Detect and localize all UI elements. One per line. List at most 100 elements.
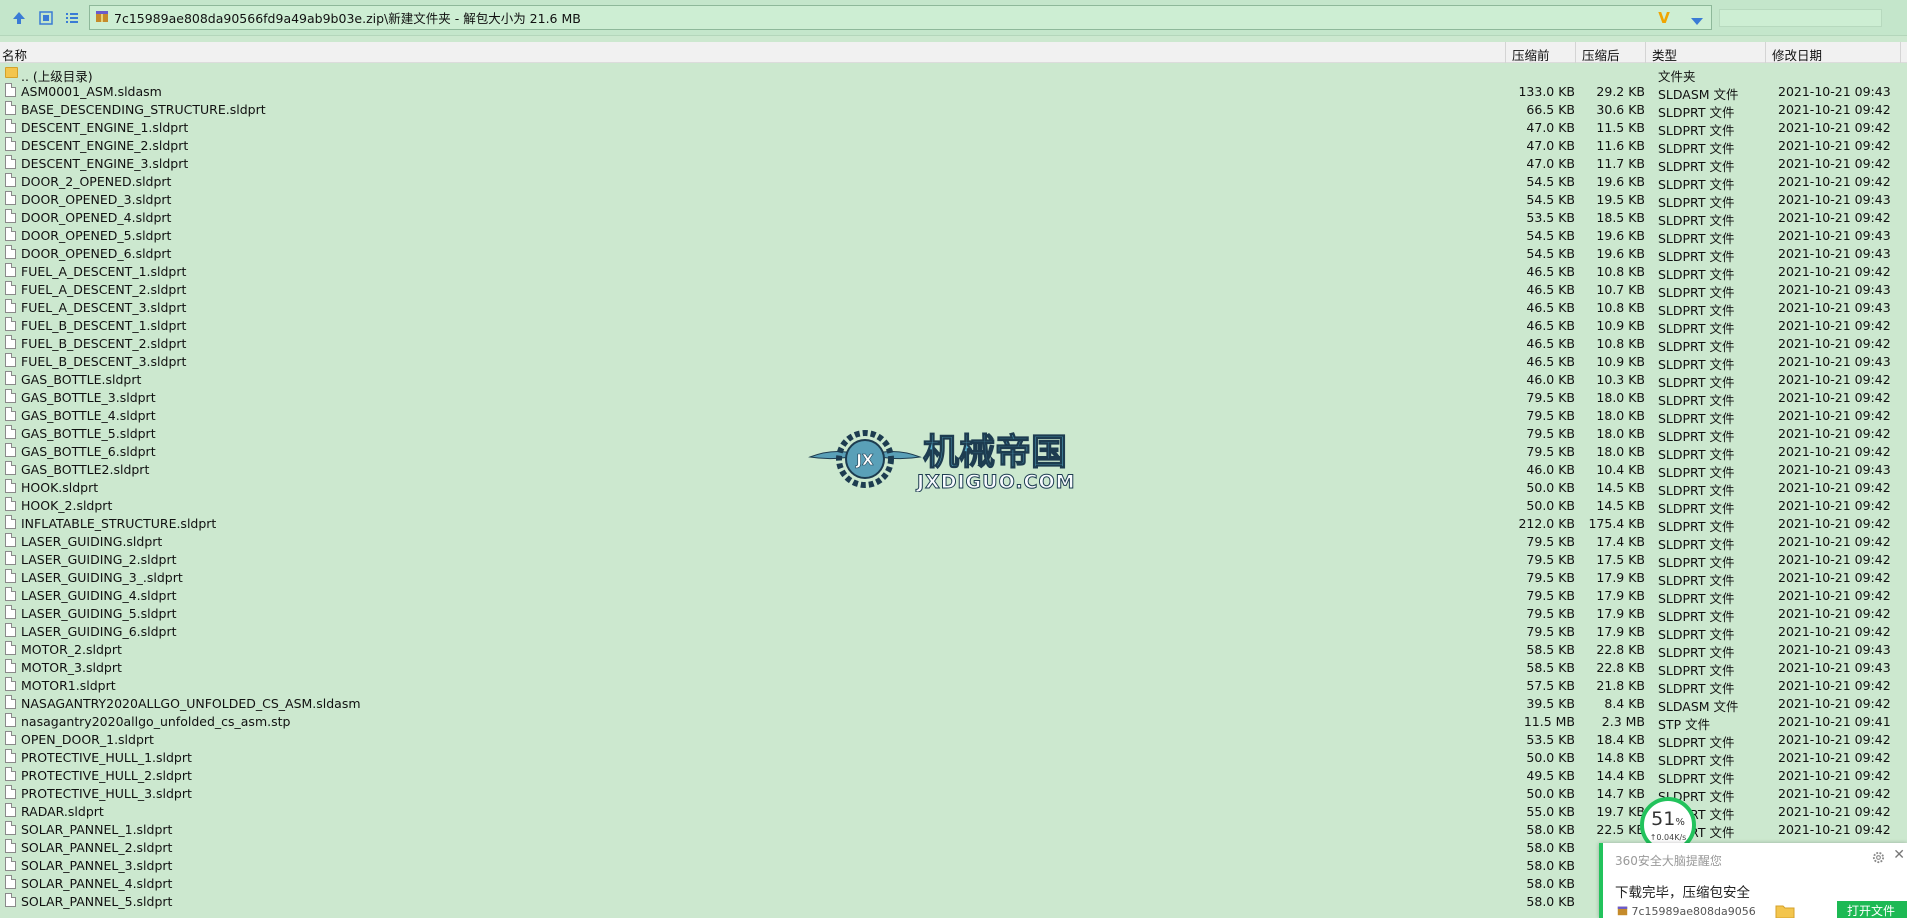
size-after: 10.8 KB	[1596, 264, 1645, 279]
column-before[interactable]: 压缩前	[1512, 45, 1550, 64]
column-divider[interactable]	[1645, 42, 1646, 63]
list-view-icon[interactable]	[62, 8, 82, 28]
size-after: 19.6 KB	[1596, 246, 1645, 261]
file-name: OPEN_DOOR_1.sldprt	[21, 732, 154, 747]
size-before: 79.5 KB	[1526, 534, 1575, 549]
table-row[interactable]: FUEL_A_DESCENT_3.sldprt 46.5 KB 10.8 KB SLD…	[0, 298, 1907, 318]
modified-date: 2021-10-21 09:42	[1778, 732, 1891, 747]
modified-date: 2021-10-21 09:42	[1778, 408, 1891, 423]
size-after: 18.4 KB	[1596, 732, 1645, 747]
file-name: HOOK_2.sldprt	[21, 498, 113, 513]
table-row[interactable]: DOOR_OPENED_4.sldprt 53.5 KB 18.5 KB SLDPRT…	[0, 208, 1907, 228]
file-icon	[5, 443, 17, 458]
file-name: DOOR_OPENED_4.sldprt	[21, 210, 172, 225]
table-row[interactable]: FUEL_B_DESCENT_2.sldprt 46.5 KB 10.8 KB SLD…	[0, 334, 1907, 354]
modified-date: 2021-10-21 09:42	[1778, 606, 1891, 621]
table-row[interactable]: PROTECTIVE_HULL_3.sldprt 50.0 KB 14.7 KB SL…	[0, 784, 1907, 804]
open-folder-icon[interactable]	[1775, 903, 1795, 918]
open-file-button[interactable]: 打开文件	[1837, 901, 1907, 918]
thumbnail-view-icon[interactable]	[36, 8, 56, 28]
file-icon	[5, 587, 17, 602]
table-row[interactable]: LASER_GUIDING_3_.sldprt 79.5 KB 17.9 KB SLD…	[0, 568, 1907, 588]
column-type[interactable]: 类型	[1652, 45, 1677, 64]
search-input[interactable]	[1719, 9, 1882, 27]
table-row[interactable]: DOOR_2_OPENED.sldprt 54.5 KB 19.6 KB SLDPRT…	[0, 172, 1907, 192]
file-name: FUEL_A_DESCENT_3.sldprt	[21, 300, 187, 315]
table-row[interactable]: PROTECTIVE_HULL_1.sldprt 50.0 KB 14.8 KB SL…	[0, 748, 1907, 768]
size-before: 79.5 KB	[1526, 588, 1575, 603]
file-name: INFLATABLE_STRUCTURE.sldprt	[21, 516, 217, 531]
table-row[interactable]: PROTECTIVE_HULL_2.sldprt 49.5 KB 14.4 KB SL…	[0, 766, 1907, 786]
modified-date: 2021-10-21 09:43	[1778, 462, 1891, 477]
table-row[interactable]: MOTOR1.sldprt 57.5 KB 21.8 KB SLDPRT 文件 2021…	[0, 676, 1907, 696]
gear-icon[interactable]	[1872, 851, 1885, 867]
table-row[interactable]: nasagantry2020allgo_unfolded_cs_asm.stp 1…	[0, 712, 1907, 732]
table-row[interactable]: MOTOR_2.sldprt 58.5 KB 22.8 KB SLDPRT 文件 202…	[0, 640, 1907, 660]
close-icon[interactable]: ✕	[1893, 848, 1905, 862]
column-name[interactable]: 名称	[2, 45, 27, 64]
file-name: DOOR_OPENED_5.sldprt	[21, 228, 172, 243]
size-after: 17.5 KB	[1596, 552, 1645, 567]
table-row[interactable]: MOTOR_3.sldprt 58.5 KB 22.8 KB SLDPRT 文件 202…	[0, 658, 1907, 678]
table-row[interactable]: OPEN_DOOR_1.sldprt 53.5 KB 18.4 KB SLDPRT 文…	[0, 730, 1907, 750]
table-row[interactable]: ASM0001_ASM.sldasm 133.0 KB 29.2 KB SLDASM …	[0, 82, 1907, 102]
table-row[interactable]: RADAR.sldprt 55.0 KB 19.7 KB SLDPRT 文件 2021-…	[0, 802, 1907, 822]
modified-date: 2021-10-21 09:42	[1778, 804, 1891, 819]
table-row[interactable]: GAS_BOTTLE.sldprt 46.0 KB 10.3 KB SLDPRT 文件…	[0, 370, 1907, 390]
table-row[interactable]: BASE_DESCENDING_STRUCTURE.sldprt 66.5 KB 3…	[0, 100, 1907, 120]
table-row[interactable]: SOLAR_PANNEL_1.sldprt 58.0 KB 22.5 KB SLDPR…	[0, 820, 1907, 840]
size-after: 22.8 KB	[1596, 642, 1645, 657]
table-row[interactable]: DOOR_OPENED_6.sldprt 54.5 KB 19.6 KB SLDPRT…	[0, 244, 1907, 264]
file-icon	[5, 137, 17, 152]
modified-date: 2021-10-21 09:42	[1778, 264, 1891, 279]
table-row[interactable]: NASAGANTRY2020ALLGO_UNFOLDED_CS_ASM.slda…	[0, 694, 1907, 714]
table-row[interactable]: DESCENT_ENGINE_1.sldprt 47.0 KB 11.5 KB SLD…	[0, 118, 1907, 138]
table-row[interactable]: FUEL_A_DESCENT_2.sldprt 46.5 KB 10.7 KB SLD…	[0, 280, 1907, 300]
file-icon	[5, 875, 17, 890]
table-row[interactable]: DESCENT_ENGINE_2.sldprt 47.0 KB 11.6 KB SLD…	[0, 136, 1907, 156]
file-name: PROTECTIVE_HULL_3.sldprt	[21, 786, 192, 801]
table-row[interactable]: DOOR_OPENED_5.sldprt 54.5 KB 19.6 KB SLDPRT…	[0, 226, 1907, 246]
size-after: 18.0 KB	[1596, 426, 1645, 441]
column-divider[interactable]	[1575, 42, 1576, 63]
size-after: 10.4 KB	[1596, 462, 1645, 477]
table-row[interactable]: GAS_BOTTLE_4.sldprt 79.5 KB 18.0 KB SLDPRT …	[0, 406, 1907, 426]
column-divider[interactable]	[1765, 42, 1766, 63]
size-before: 66.5 KB	[1526, 102, 1575, 117]
file-name: GAS_BOTTLE.sldprt	[21, 372, 142, 387]
table-row[interactable]: DESCENT_ENGINE_3.sldprt 47.0 KB 11.7 KB SLD…	[0, 154, 1907, 174]
up-arrow-icon[interactable]	[9, 8, 29, 28]
column-divider[interactable]	[1505, 42, 1506, 63]
file-icon	[5, 839, 17, 854]
file-name: SOLAR_PANNEL_2.sldprt	[21, 840, 173, 855]
table-row[interactable]: INFLATABLE_STRUCTURE.sldprt 212.0 KB 175.4…	[0, 514, 1907, 534]
size-after: 10.3 KB	[1596, 372, 1645, 387]
table-row[interactable]: LASER_GUIDING_6.sldprt 79.5 KB 17.9 KB SLDP…	[0, 622, 1907, 642]
table-row[interactable]: HOOK_2.sldprt 50.0 KB 14.5 KB SLDPRT 文件 2021…	[0, 496, 1907, 516]
table-row[interactable]: LASER_GUIDING_2.sldprt 79.5 KB 17.5 KB SLDP…	[0, 550, 1907, 570]
file-icon	[5, 299, 17, 314]
size-before: 46.0 KB	[1526, 462, 1575, 477]
column-divider[interactable]	[1900, 42, 1901, 63]
table-row[interactable]: FUEL_B_DESCENT_1.sldprt 46.5 KB 10.9 KB SLD…	[0, 316, 1907, 336]
table-row[interactable]: FUEL_B_DESCENT_3.sldprt 46.5 KB 10.9 KB SLD…	[0, 352, 1907, 372]
column-mtime[interactable]: 修改日期	[1772, 45, 1822, 64]
address-bar[interactable]: 7c15989ae808da90566fd9a49ab9b03e.zip\新建文…	[89, 5, 1712, 30]
table-row[interactable]: LASER_GUIDING.sldprt 79.5 KB 17.4 KB SLDPRT…	[0, 532, 1907, 552]
size-before: 46.5 KB	[1526, 300, 1575, 315]
progress-percent-sign: %	[1675, 816, 1685, 828]
table-row[interactable]: FUEL_A_DESCENT_1.sldprt 46.5 KB 10.8 KB SLD…	[0, 262, 1907, 282]
column-after[interactable]: 压缩后	[1582, 45, 1620, 64]
table-row[interactable]: GAS_BOTTLE_3.sldprt 79.5 KB 18.0 KB SLDPRT …	[0, 388, 1907, 408]
table-row[interactable]: LASER_GUIDING_4.sldprt 79.5 KB 17.9 KB SLDP…	[0, 586, 1907, 606]
modified-date: 2021-10-21 09:42	[1778, 768, 1891, 783]
file-name: SOLAR_PANNEL_5.sldprt	[21, 894, 173, 909]
size-before: 79.5 KB	[1526, 570, 1575, 585]
size-before: 79.5 KB	[1526, 426, 1575, 441]
chevron-down-icon[interactable]	[1691, 14, 1703, 25]
file-icon	[5, 497, 17, 512]
table-row[interactable]: DOOR_OPENED_3.sldprt 54.5 KB 19.5 KB SLDPRT…	[0, 190, 1907, 210]
size-before: 53.5 KB	[1526, 210, 1575, 225]
table-row[interactable]: LASER_GUIDING_5.sldprt 79.5 KB 17.9 KB SLDP…	[0, 604, 1907, 624]
table-row[interactable]: .. (上级目录) 文件夹	[0, 64, 1907, 84]
